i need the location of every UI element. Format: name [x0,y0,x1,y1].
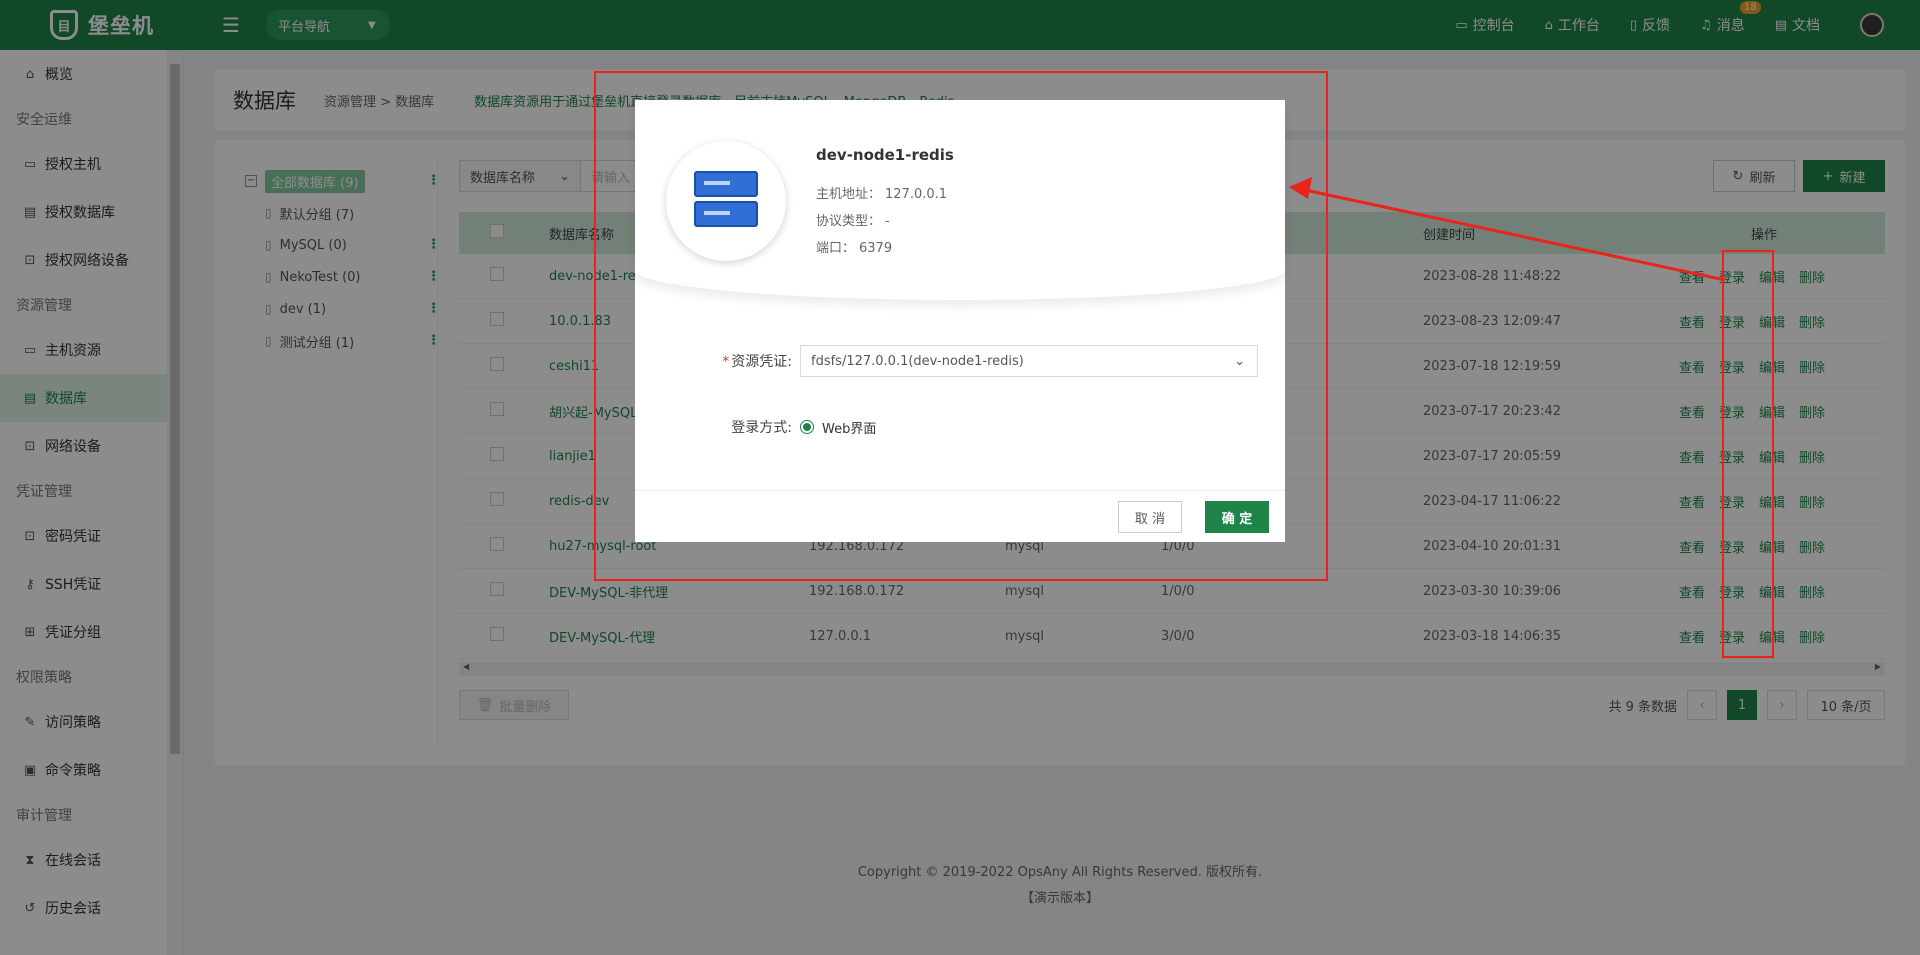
modal-highlight-box [594,71,1328,581]
login-column-highlight-box [1722,250,1774,658]
